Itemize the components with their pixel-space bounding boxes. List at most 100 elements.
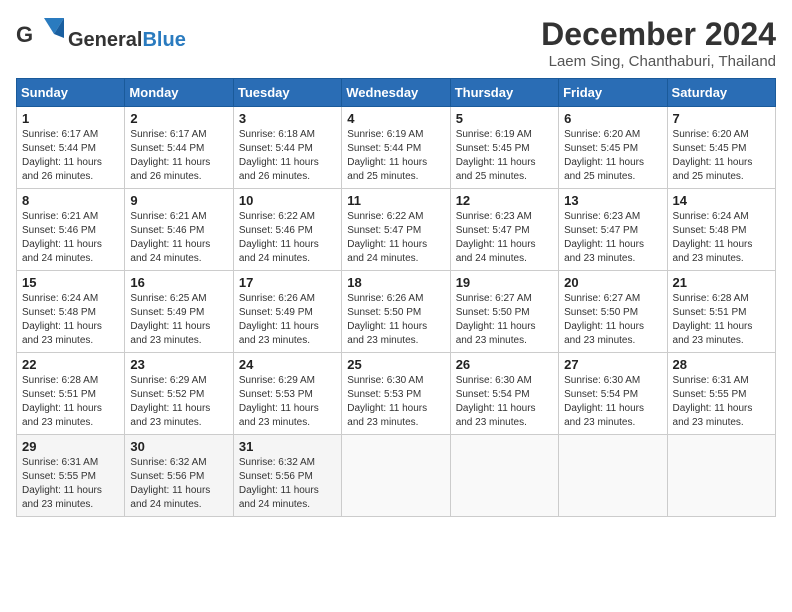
day-number: 15 <box>22 275 119 290</box>
table-row: 3 Sunrise: 6:18 AMSunset: 5:44 PMDaylight… <box>233 107 341 189</box>
day-number: 21 <box>673 275 770 290</box>
day-number: 23 <box>130 357 227 372</box>
day-info: Sunrise: 6:32 AMSunset: 5:56 PMDaylight:… <box>239 456 336 512</box>
table-row: 15 Sunrise: 6:24 AMSunset: 5:48 PMDayligh… <box>17 271 125 353</box>
day-info: Sunrise: 6:22 AMSunset: 5:46 PMDaylight:… <box>239 210 336 266</box>
day-number: 22 <box>22 357 119 372</box>
day-info: Sunrise: 6:30 AMSunset: 5:53 PMDaylight:… <box>347 374 444 430</box>
day-info: Sunrise: 6:17 AMSunset: 5:44 PMDaylight:… <box>22 128 119 184</box>
day-number: 28 <box>673 357 770 372</box>
day-number: 20 <box>564 275 661 290</box>
svg-text:G: G <box>16 22 33 47</box>
day-info: Sunrise: 6:32 AMSunset: 5:56 PMDaylight:… <box>130 456 227 512</box>
day-number: 12 <box>456 193 553 208</box>
logo: G GeneralBlue <box>16 16 186 63</box>
table-row: 29Sunrise: 6:31 AMSunset: 5:55 PMDayligh… <box>17 435 125 517</box>
day-number: 5 <box>456 111 553 126</box>
table-row: 22 Sunrise: 6:28 AMSunset: 5:51 PMDayligh… <box>17 353 125 435</box>
header-monday: Monday <box>125 79 233 107</box>
calendar-table: Sunday Monday Tuesday Wednesday Thursday… <box>16 78 776 517</box>
table-row: 31 Sunrise: 6:32 AMSunset: 5:56 PMDayligh… <box>233 435 341 517</box>
calendar-week-row: 1Sunrise: 6:17 AMSunset: 5:44 PMDaylight… <box>17 107 776 189</box>
day-info: Sunrise: 6:28 AMSunset: 5:51 PMDaylight:… <box>673 292 770 348</box>
table-row: 24 Sunrise: 6:29 AMSunset: 5:53 PMDayligh… <box>233 353 341 435</box>
table-row: 5 Sunrise: 6:19 AMSunset: 5:45 PMDaylight… <box>450 107 558 189</box>
day-info: Sunrise: 6:21 AMSunset: 5:46 PMDaylight:… <box>130 210 227 266</box>
day-number: 14 <box>673 193 770 208</box>
table-row: 27 Sunrise: 6:30 AMSunset: 5:54 PMDayligh… <box>559 353 667 435</box>
table-row <box>450 435 558 517</box>
day-number: 27 <box>564 357 661 372</box>
day-number: 7 <box>673 111 770 126</box>
day-number: 6 <box>564 111 661 126</box>
table-row: 9 Sunrise: 6:21 AMSunset: 5:46 PMDaylight… <box>125 189 233 271</box>
location-subtitle: Laem Sing, Chanthaburi, Thailand <box>541 53 776 70</box>
header-thursday: Thursday <box>450 79 558 107</box>
header-wednesday: Wednesday <box>342 79 450 107</box>
day-info: Sunrise: 6:30 AMSunset: 5:54 PMDaylight:… <box>564 374 661 430</box>
table-row: 20 Sunrise: 6:27 AMSunset: 5:50 PMDayligh… <box>559 271 667 353</box>
day-number: 3 <box>239 111 336 126</box>
day-info: Sunrise: 6:20 AMSunset: 5:45 PMDaylight:… <box>564 128 661 184</box>
table-row: 26Sunrise: 6:30 AMSunset: 5:54 PMDayligh… <box>450 353 558 435</box>
table-row: 13 Sunrise: 6:23 AMSunset: 5:47 PMDayligh… <box>559 189 667 271</box>
calendar-week-row: 29Sunrise: 6:31 AMSunset: 5:55 PMDayligh… <box>17 435 776 517</box>
day-info: Sunrise: 6:23 AMSunset: 5:47 PMDaylight:… <box>564 210 661 266</box>
day-info: Sunrise: 6:19 AMSunset: 5:45 PMDaylight:… <box>456 128 553 184</box>
day-info: Sunrise: 6:17 AMSunset: 5:44 PMDaylight:… <box>130 128 227 184</box>
day-info: Sunrise: 6:19 AMSunset: 5:44 PMDaylight:… <box>347 128 444 184</box>
table-row: 8 Sunrise: 6:21 AMSunset: 5:46 PMDaylight… <box>17 189 125 271</box>
table-row: 6 Sunrise: 6:20 AMSunset: 5:45 PMDaylight… <box>559 107 667 189</box>
day-info: Sunrise: 6:24 AMSunset: 5:48 PMDaylight:… <box>22 292 119 348</box>
header-sunday: Sunday <box>17 79 125 107</box>
table-row: 23Sunrise: 6:29 AMSunset: 5:52 PMDayligh… <box>125 353 233 435</box>
logo-general: General <box>68 29 142 51</box>
day-number: 31 <box>239 439 336 454</box>
day-number: 25 <box>347 357 444 372</box>
day-number: 19 <box>456 275 553 290</box>
day-info: Sunrise: 6:24 AMSunset: 5:48 PMDaylight:… <box>673 210 770 266</box>
day-info: Sunrise: 6:29 AMSunset: 5:53 PMDaylight:… <box>239 374 336 430</box>
day-info: Sunrise: 6:28 AMSunset: 5:51 PMDaylight:… <box>22 374 119 430</box>
table-row: 14 Sunrise: 6:24 AMSunset: 5:48 PMDayligh… <box>667 189 775 271</box>
day-info: Sunrise: 6:26 AMSunset: 5:50 PMDaylight:… <box>347 292 444 348</box>
day-info: Sunrise: 6:31 AMSunset: 5:55 PMDaylight:… <box>22 456 119 512</box>
table-row: 7 Sunrise: 6:20 AMSunset: 5:45 PMDaylight… <box>667 107 775 189</box>
day-number: 11 <box>347 193 444 208</box>
table-row <box>342 435 450 517</box>
header-saturday: Saturday <box>667 79 775 107</box>
calendar-week-row: 8 Sunrise: 6:21 AMSunset: 5:46 PMDaylight… <box>17 189 776 271</box>
day-info: Sunrise: 6:31 AMSunset: 5:55 PMDaylight:… <box>673 374 770 430</box>
day-number: 17 <box>239 275 336 290</box>
day-info: Sunrise: 6:25 AMSunset: 5:49 PMDaylight:… <box>130 292 227 348</box>
table-row <box>667 435 775 517</box>
day-number: 4 <box>347 111 444 126</box>
page-header: G GeneralBlue December 2024 Laem Sing, C… <box>16 16 776 70</box>
day-number: 8 <box>22 193 119 208</box>
table-row: 30Sunrise: 6:32 AMSunset: 5:56 PMDayligh… <box>125 435 233 517</box>
table-row: 28 Sunrise: 6:31 AMSunset: 5:55 PMDayligh… <box>667 353 775 435</box>
day-info: Sunrise: 6:18 AMSunset: 5:44 PMDaylight:… <box>239 128 336 184</box>
header-friday: Friday <box>559 79 667 107</box>
day-number: 16 <box>130 275 227 290</box>
table-row: 11Sunrise: 6:22 AMSunset: 5:47 PMDayligh… <box>342 189 450 271</box>
table-row: 10Sunrise: 6:22 AMSunset: 5:46 PMDayligh… <box>233 189 341 271</box>
day-info: Sunrise: 6:27 AMSunset: 5:50 PMDaylight:… <box>564 292 661 348</box>
day-info: Sunrise: 6:21 AMSunset: 5:46 PMDaylight:… <box>22 210 119 266</box>
day-number: 9 <box>130 193 227 208</box>
table-row: 17 Sunrise: 6:26 AMSunset: 5:49 PMDayligh… <box>233 271 341 353</box>
table-row: 12Sunrise: 6:23 AMSunset: 5:47 PMDayligh… <box>450 189 558 271</box>
table-row: 1Sunrise: 6:17 AMSunset: 5:44 PMDaylight… <box>17 107 125 189</box>
day-info: Sunrise: 6:26 AMSunset: 5:49 PMDaylight:… <box>239 292 336 348</box>
day-number: 24 <box>239 357 336 372</box>
calendar-week-row: 15 Sunrise: 6:24 AMSunset: 5:48 PMDayligh… <box>17 271 776 353</box>
day-info: Sunrise: 6:27 AMSunset: 5:50 PMDaylight:… <box>456 292 553 348</box>
day-info: Sunrise: 6:30 AMSunset: 5:54 PMDaylight:… <box>456 374 553 430</box>
day-number: 18 <box>347 275 444 290</box>
table-row: 4 Sunrise: 6:19 AMSunset: 5:44 PMDaylight… <box>342 107 450 189</box>
title-section: December 2024 Laem Sing, Chanthaburi, Th… <box>541 16 776 70</box>
table-row <box>559 435 667 517</box>
day-info: Sunrise: 6:20 AMSunset: 5:45 PMDaylight:… <box>673 128 770 184</box>
day-number: 13 <box>564 193 661 208</box>
calendar-week-row: 22 Sunrise: 6:28 AMSunset: 5:51 PMDayligh… <box>17 353 776 435</box>
